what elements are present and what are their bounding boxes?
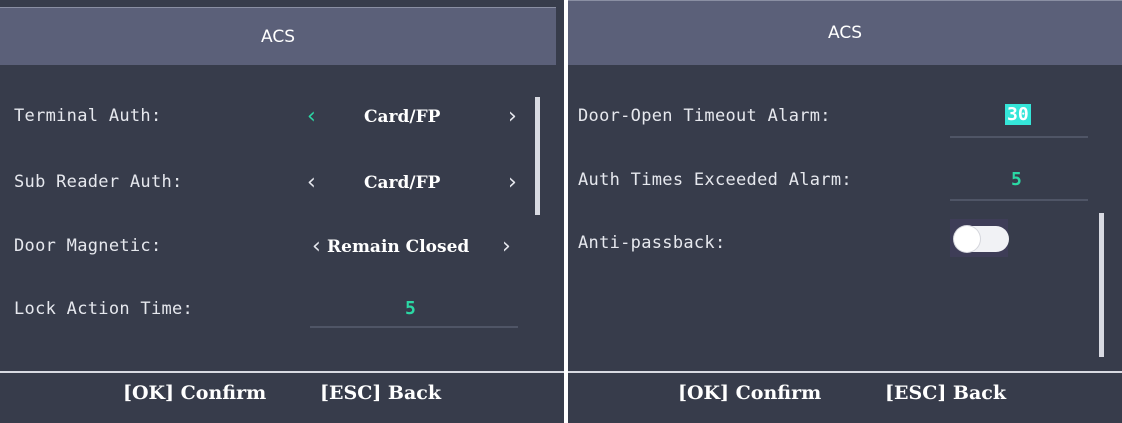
door-magnetic-value[interactable]: Remain Closed [327,237,469,257]
scrollbar[interactable] [1099,213,1104,357]
back-button[interactable]: [ESC] Back [885,382,1006,404]
back-button[interactable]: [ESC] Back [320,382,441,404]
chevron-right-icon[interactable]: › [508,172,517,194]
confirm-button[interactable]: [OK] Confirm [123,382,266,404]
title-bar: ACS [568,0,1122,65]
door-open-timeout-alarm-label: Door-Open Timeout Alarm: [578,106,831,126]
terminal-auth-value[interactable]: Card/FP [364,107,440,127]
input-underline [950,136,1088,138]
input-underline [310,326,518,328]
anti-passback-toggle[interactable] [950,219,1009,257]
lock-action-time-label: Lock Action Time: [14,299,194,319]
title-bar: ACS [0,7,556,65]
sub-reader-auth-label: Sub Reader Auth: [14,172,183,192]
chevron-left-icon[interactable]: ‹ [312,236,321,258]
chevron-right-icon[interactable]: › [508,106,517,128]
door-open-timeout-alarm-input[interactable]: 30 [1005,104,1031,125]
footer-bar: [OK] Confirm [ESC] Back [0,371,564,423]
sub-reader-auth-value[interactable]: Card/FP [364,173,440,193]
confirm-button[interactable]: [OK] Confirm [678,382,821,404]
terminal-auth-label: Terminal Auth: [14,106,162,126]
footer-bar: [OK] Confirm [ESC] Back [568,371,1122,423]
acs-screen-left: ACS Terminal Auth: ‹ Card/FP › Sub Reade… [0,0,564,423]
scrollbar[interactable] [535,97,540,215]
auth-times-exceeded-alarm-label: Auth Times Exceeded Alarm: [578,170,852,190]
auth-times-exceeded-alarm-input[interactable]: 5 [1011,169,1022,190]
toggle-knob [954,226,980,252]
door-magnetic-label: Door Magnetic: [14,236,162,256]
input-underline [950,199,1088,201]
chevron-right-icon[interactable]: › [502,236,511,258]
chevron-left-icon[interactable]: ‹ [307,106,316,128]
page-title: ACS [828,23,862,43]
anti-passback-label: Anti-passback: [578,233,726,253]
acs-screen-right: ACS Door-Open Timeout Alarm: 30 Auth Tim… [568,0,1122,423]
lock-action-time-input[interactable]: 5 [405,298,416,319]
chevron-left-icon[interactable]: ‹ [307,172,316,194]
page-title: ACS [261,26,295,47]
